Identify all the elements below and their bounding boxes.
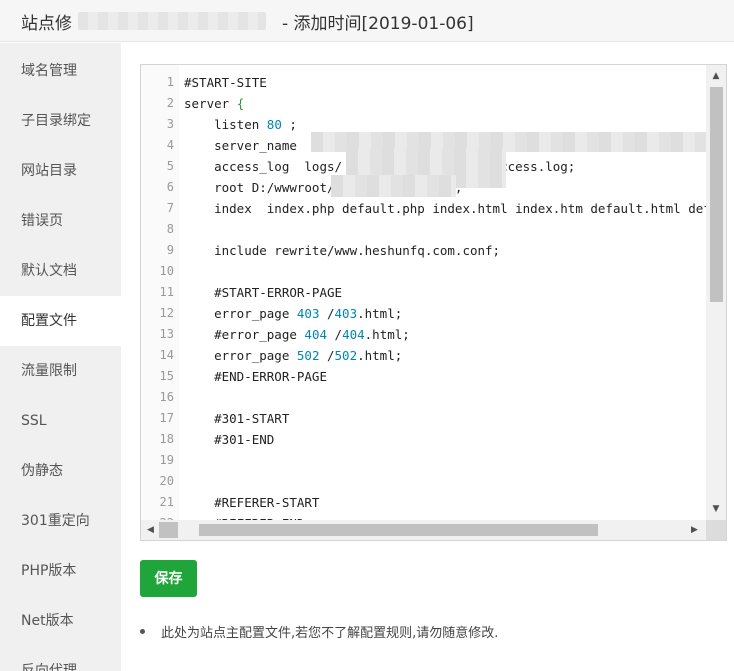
settings-sidebar: 域名管理 子目录绑定 网站目录 错误页 默认文档 配置文件 流量限制 SSL 伪… xyxy=(0,43,121,671)
sidebar-item-subdir[interactable]: 子目录绑定 xyxy=(0,96,121,146)
sidebar-item-site-dir[interactable]: 网站目录 xyxy=(0,146,121,196)
code-text: include rewrite/www.heshunfq.com.conf; xyxy=(184,243,501,258)
line-number: 9 xyxy=(166,243,174,257)
code-text: #301-END xyxy=(184,432,275,447)
code-text: #REFERER-START xyxy=(184,495,320,510)
line-number: 15 xyxy=(159,369,174,383)
sidebar-item-traffic-limit[interactable]: 流量限制 xyxy=(0,346,121,396)
line-number: 17 xyxy=(159,411,174,425)
vertical-scroll-thumb[interactable] xyxy=(710,87,723,302)
code-text: #START-ERROR-PAGE xyxy=(184,285,343,300)
code-line: 19 xyxy=(141,450,706,471)
line-number: 18 xyxy=(159,432,174,446)
horizontal-scroll-thumb[interactable] xyxy=(199,524,598,536)
line-number: 12 xyxy=(159,306,174,320)
line-number: 4 xyxy=(166,138,174,152)
code-text: error_page 502 /502.html; xyxy=(184,348,403,363)
line-number: 10 xyxy=(159,264,174,278)
scroll-up-arrow-icon[interactable]: ▲ xyxy=(711,71,721,81)
code-text: #error_page 404 /404.html; xyxy=(184,327,410,342)
sidebar-item-domain[interactable]: 域名管理 xyxy=(0,46,121,96)
horizontal-scrollbar[interactable]: ◀ ▶ xyxy=(141,520,706,540)
code-text: listen 80 ; xyxy=(184,117,297,132)
scroll-down-arrow-icon[interactable]: ▼ xyxy=(711,504,721,514)
code-text: server { xyxy=(184,96,245,111)
code-line: 12 error_page 403 /403.html; xyxy=(141,303,706,324)
sidebar-item-reverse-proxy[interactable]: 反向代理 xyxy=(0,646,121,671)
bullet-dot-icon xyxy=(140,629,145,634)
scroll-left-arrow-icon[interactable]: ◀ xyxy=(147,524,154,536)
sidebar-item-redirect-301[interactable]: 301重定向 xyxy=(0,496,121,546)
line-number: 21 xyxy=(159,495,174,509)
sidebar-item-error-page[interactable]: 错误页 xyxy=(0,196,121,246)
code-text: #END-ERROR-PAGE xyxy=(184,369,327,384)
sidebar-item-config-file[interactable]: 配置文件 xyxy=(0,296,121,346)
line-number: 19 xyxy=(159,453,174,467)
sidebar-item-net-version[interactable]: Net版本 xyxy=(0,596,121,646)
vertical-scrollbar[interactable]: ▲ ▼ xyxy=(706,65,726,522)
code-line: 10 xyxy=(141,261,706,282)
code-text: server_name xyxy=(184,138,297,153)
code-line: 17 #301-START xyxy=(141,408,706,429)
sidebar-item-rewrite[interactable]: 伪静态 xyxy=(0,446,121,496)
code-line: 9 include rewrite/www.heshunfq.com.conf; xyxy=(141,240,706,261)
line-number: 13 xyxy=(159,327,174,341)
code-line: 8 xyxy=(141,219,706,240)
line-number: 8 xyxy=(166,222,174,236)
code-text: #START-SITE xyxy=(184,75,267,90)
code-line: 7 index index.php default.php index.html… xyxy=(141,198,711,219)
code-line: 14 error_page 502 /502.html; xyxy=(141,345,706,366)
config-code-editor[interactable]: 1 #START-SITE 2 server { 3 listen 80 ; 4 serv… xyxy=(140,64,727,541)
code-line: 20 xyxy=(141,471,706,492)
line-number: 20 xyxy=(159,474,174,488)
code-line: 15 #END-ERROR-PAGE xyxy=(141,366,706,387)
scroll-right-arrow-icon[interactable]: ▶ xyxy=(691,524,698,536)
line-number: 1 xyxy=(166,75,174,89)
code-text: index index.php default.php index.html i… xyxy=(184,201,711,216)
save-button[interactable]: 保存 xyxy=(140,560,197,597)
code-text: #301-START xyxy=(184,411,290,426)
line-number: 2 xyxy=(166,96,174,110)
line-number: 3 xyxy=(166,117,174,131)
dialog-titlebar: 站点修 - 添加时间[2019-01-06] xyxy=(0,0,734,42)
line-number: 16 xyxy=(159,390,174,404)
sidebar-item-php-version[interactable]: PHP版本 xyxy=(0,546,121,596)
redacted-site-name xyxy=(78,12,266,30)
code-line: 13 #error_page 404 /404.html; xyxy=(141,324,706,345)
dialog-title-suffix: - 添加时间[2019-01-06] xyxy=(282,14,474,34)
scrollbar-corner xyxy=(706,520,726,540)
sidebar-item-default-doc[interactable]: 默认文档 xyxy=(0,246,121,296)
line-number: 6 xyxy=(166,180,174,194)
code-line: 16 xyxy=(141,387,706,408)
code-line: 18 #301-END xyxy=(141,429,706,450)
redacted-root-path xyxy=(331,175,456,197)
line-number: 11 xyxy=(159,285,174,299)
line-number: 7 xyxy=(166,201,174,215)
sidebar-item-ssl[interactable]: SSL xyxy=(0,396,121,446)
horizontal-scroll-start-block xyxy=(159,522,178,538)
code-text: error_page 403 /403.html; xyxy=(184,306,403,321)
code-line: 21 #REFERER-START xyxy=(141,492,706,513)
line-number: 5 xyxy=(166,159,174,173)
code-line: 11 #START-ERROR-PAGE xyxy=(141,282,706,303)
line-number: 14 xyxy=(159,348,174,362)
dialog-title-prefix: 站点修 xyxy=(21,14,72,34)
config-warning-text: 此处为站点主配置文件,若您不了解配置规则,请勿随意修改. xyxy=(161,626,499,641)
code-line: 2 server { xyxy=(141,93,706,114)
code-line: 1 #START-SITE xyxy=(141,72,706,93)
